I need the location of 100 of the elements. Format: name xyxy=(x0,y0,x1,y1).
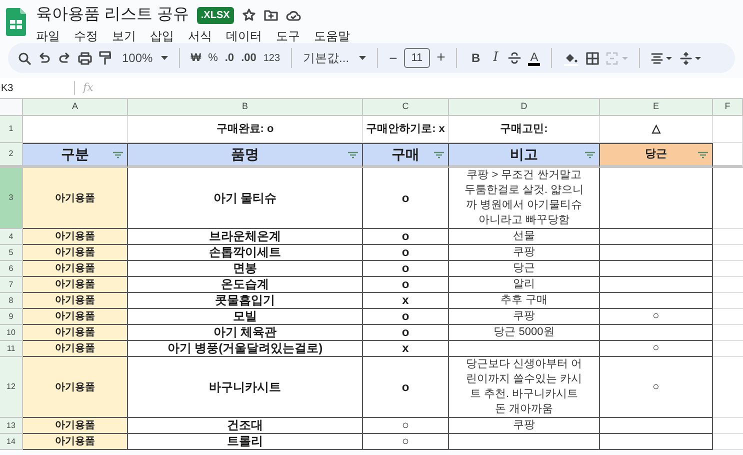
empty-cell[interactable] xyxy=(600,261,713,277)
row-number[interactable]: 2 xyxy=(0,143,23,168)
table-cell: o xyxy=(363,245,449,261)
row-number[interactable]: 12 xyxy=(0,357,23,418)
row-number[interactable]: 1 xyxy=(0,116,23,143)
column-header[interactable]: E xyxy=(600,99,713,116)
cell-reference-field[interactable]: K3 xyxy=(0,80,30,96)
undo-icon[interactable] xyxy=(38,52,51,64)
menu-item[interactable]: 보기 xyxy=(112,27,136,45)
table-cell: ○ xyxy=(363,434,449,450)
row-number[interactable]: 5 xyxy=(0,245,23,261)
row-number[interactable]: 4 xyxy=(0,229,23,245)
strikethrough-icon[interactable] xyxy=(508,52,522,64)
table-cell: 콧물흡입기 xyxy=(128,293,363,309)
spreadsheet-logo-icon[interactable] xyxy=(6,8,26,36)
menu-item[interactable]: 데이터 xyxy=(226,27,262,45)
row-number[interactable]: 9 xyxy=(0,309,23,325)
document-title[interactable]: 육아용품 리스트 공유 xyxy=(36,7,189,23)
column-title[interactable]: 품명 xyxy=(128,143,363,168)
table-cell: 아기용품 xyxy=(23,229,128,245)
empty-cell[interactable] xyxy=(449,434,600,450)
table-cell: 아기용품 xyxy=(23,245,128,261)
column-title[interactable]: 구분 xyxy=(23,143,128,168)
align-center-icon[interactable] xyxy=(651,52,674,64)
paint-format-icon[interactable] xyxy=(99,51,111,65)
increase-font-size-button[interactable]: + xyxy=(436,46,446,70)
text-color-button[interactable]: A xyxy=(528,50,540,66)
percent-format-button[interactable]: % xyxy=(208,50,218,66)
print-icon[interactable] xyxy=(78,52,92,64)
table-cell: 아기용품 xyxy=(23,325,128,341)
table-cell: o xyxy=(363,325,449,341)
filter-icon[interactable] xyxy=(585,151,595,158)
table-cell: 손톱깍이세트 xyxy=(128,245,363,261)
row-number[interactable]: 14 xyxy=(0,434,23,450)
menu-item[interactable]: 삽입 xyxy=(150,27,174,45)
table-cell: 알리 xyxy=(449,277,600,293)
empty-cell[interactable] xyxy=(600,293,713,309)
menu-item[interactable]: 수정 xyxy=(74,27,98,45)
table-cell: 면봉 xyxy=(128,261,363,277)
table-cell: o xyxy=(363,261,449,277)
column-header[interactable]: F xyxy=(713,99,743,116)
table-cell: ○ xyxy=(600,357,713,418)
merge-cells-icon[interactable] xyxy=(606,52,628,64)
table-cell: 쿠팡 xyxy=(449,418,600,434)
menu-item[interactable]: 도움말 xyxy=(314,27,350,45)
vertical-align-icon[interactable] xyxy=(680,52,702,64)
filter-icon[interactable] xyxy=(348,151,358,158)
table-cell: 아기 물티슈 xyxy=(128,168,363,229)
table-cell: 아기 병풍(거울달려있는걸로) xyxy=(128,341,363,357)
menu-item[interactable]: 서식 xyxy=(188,27,212,45)
font-size-field[interactable]: 11 xyxy=(404,48,430,68)
row-number[interactable]: 8 xyxy=(0,293,23,309)
empty-cell[interactable] xyxy=(600,418,713,434)
italic-button[interactable]: I xyxy=(493,48,498,68)
table-cell: 아기용품 xyxy=(23,293,128,309)
column-title[interactable]: 구매 xyxy=(363,143,449,168)
table-cell: o xyxy=(363,309,449,325)
empty-cell[interactable] xyxy=(600,325,713,341)
decrease-decimal-button[interactable]: .0 xyxy=(224,50,234,66)
font-family-dropdown[interactable]: 기본값... xyxy=(303,49,350,67)
folder-icon[interactable] xyxy=(264,9,278,21)
filter-icon[interactable] xyxy=(113,151,123,158)
empty-cell[interactable] xyxy=(600,434,713,450)
empty-cell[interactable] xyxy=(600,168,713,229)
borders-icon[interactable] xyxy=(586,52,600,64)
column-header[interactable]: C xyxy=(363,99,449,116)
column-header[interactable]: A xyxy=(23,99,128,116)
filter-icon[interactable] xyxy=(434,151,444,158)
empty-cell[interactable] xyxy=(600,229,713,245)
menu-item[interactable]: 파일 xyxy=(36,27,60,45)
column-title[interactable]: 당근 xyxy=(600,143,713,168)
row-number[interactable]: 13 xyxy=(0,418,23,434)
star-icon[interactable] xyxy=(242,8,256,22)
row-number[interactable]: 6 xyxy=(0,261,23,277)
redo-icon[interactable] xyxy=(58,52,71,64)
search-icon[interactable] xyxy=(18,52,31,64)
table-cell: 추후 구매 xyxy=(449,293,600,309)
table-cell: 아기용품 xyxy=(23,418,128,434)
decrease-font-size-button[interactable]: − xyxy=(389,48,398,68)
increase-decimal-button[interactable]: .00 xyxy=(241,50,256,66)
bold-button[interactable]: B xyxy=(471,49,480,67)
empty-cell[interactable] xyxy=(600,245,713,261)
row-number[interactable]: 10 xyxy=(0,325,23,341)
cloud-icon[interactable] xyxy=(286,10,301,20)
empty-cell[interactable] xyxy=(449,341,600,357)
zoom-level[interactable]: 100% xyxy=(122,49,153,67)
currency-format-button[interactable]: ₩ xyxy=(190,50,202,66)
column-header[interactable]: B xyxy=(128,99,363,116)
row-number[interactable]: 7 xyxy=(0,277,23,293)
number-format-button[interactable]: 123 xyxy=(263,50,280,66)
row-number[interactable]: 11 xyxy=(0,341,23,357)
menu-item[interactable]: 도구 xyxy=(276,27,300,45)
row-number[interactable]: 3 xyxy=(0,168,23,229)
table-cell: ○ xyxy=(600,341,713,357)
column-title[interactable]: 비고 xyxy=(449,143,600,168)
caret-icon[interactable] xyxy=(160,56,168,60)
empty-cell[interactable] xyxy=(600,277,713,293)
column-header[interactable]: D xyxy=(449,99,600,116)
caret-icon[interactable] xyxy=(359,56,366,60)
table-cell: 쿠팡 > 무조건 싼거말고 두툼한걸로 살것. 얇으니까 병원에서 아기물티슈 아니라고 빠꾸당함 xyxy=(449,168,600,229)
